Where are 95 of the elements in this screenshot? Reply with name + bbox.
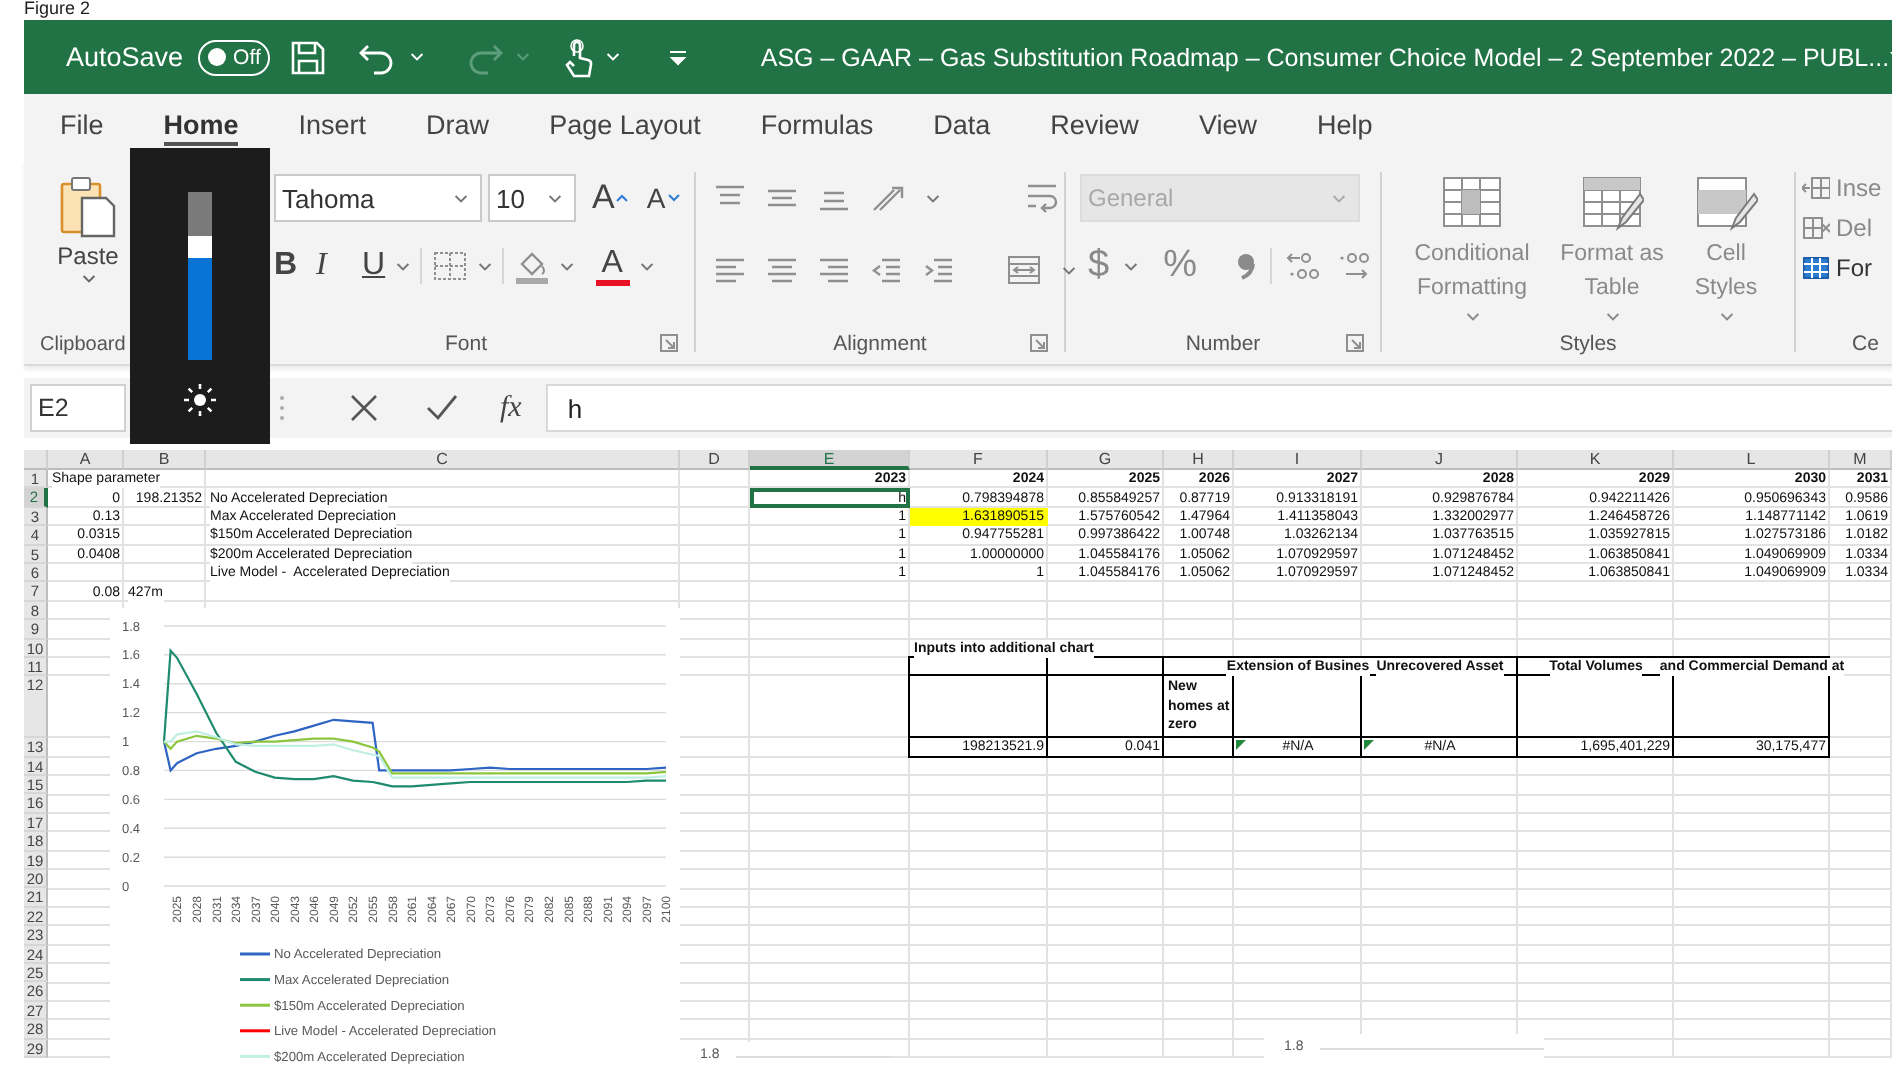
column-header[interactable]: G xyxy=(1048,450,1164,470)
format-cells-icon xyxy=(1802,256,1830,280)
autosave-toggle[interactable]: Off xyxy=(197,39,271,75)
paste-button[interactable]: Paste xyxy=(56,174,120,324)
group-label: Number xyxy=(1185,332,1261,356)
column-header[interactable]: F xyxy=(910,450,1048,470)
customize-icon[interactable] xyxy=(668,47,689,67)
ribbon-tab[interactable]: View xyxy=(1198,110,1257,146)
caret-icon[interactable] xyxy=(477,261,492,271)
caret-icon xyxy=(616,194,629,202)
grow-font-button[interactable]: A xyxy=(592,178,629,218)
borders-icon[interactable] xyxy=(431,250,468,282)
align-left-icon[interactable] xyxy=(714,256,746,284)
column-header[interactable]: B xyxy=(124,450,206,470)
touch-icon[interactable] xyxy=(562,37,595,77)
fill-color-icon[interactable] xyxy=(513,248,550,284)
group-label: Clipboard xyxy=(40,333,126,355)
dialog-launcher-icon[interactable] xyxy=(1030,334,1048,352)
font-name-field[interactable]: Tahoma xyxy=(274,174,482,222)
caret-icon xyxy=(1465,312,1479,322)
name-box[interactable]: E2 xyxy=(30,384,126,432)
window-title: ASG – GAAR – Gas Substitution Roadmap – Consumer Choice Model – 2 September 2022 – PUBL... xyxy=(760,43,1890,71)
ribbon-tab[interactable]: File xyxy=(60,110,104,146)
column-header[interactable]: A xyxy=(48,450,124,470)
bold-button[interactable]: B xyxy=(274,248,298,284)
ribbon-tab[interactable]: Draw xyxy=(426,110,490,146)
slider-thumb[interactable] xyxy=(188,236,212,259)
ribbon-tab[interactable]: Formulas xyxy=(760,110,874,146)
italic-button[interactable]: I xyxy=(316,248,344,284)
formula-field[interactable]: h xyxy=(545,384,1892,432)
table-brush-icon xyxy=(1580,174,1644,234)
group-label: Ce xyxy=(1852,332,1879,356)
ribbon-tab[interactable]: Help xyxy=(1316,110,1373,146)
caret-icon[interactable] xyxy=(559,261,574,271)
caret-icon[interactable] xyxy=(548,193,562,203)
font-size-field[interactable]: 10 xyxy=(488,174,576,222)
group-label: Styles xyxy=(1559,332,1617,356)
close-icon[interactable] xyxy=(350,394,378,422)
brightness-slider[interactable] xyxy=(188,192,212,360)
align-center-icon[interactable] xyxy=(766,256,798,284)
ribbon-tab[interactable]: Page Layout xyxy=(549,110,701,146)
error-flag-icon xyxy=(1364,740,1374,751)
brightness-icon xyxy=(184,384,216,416)
column-header[interactable]: L xyxy=(1674,450,1830,470)
autosave-label: AutoSave xyxy=(66,42,184,72)
caret-icon xyxy=(1332,193,1346,203)
format-button[interactable]: For xyxy=(1802,248,1892,288)
caret-icon xyxy=(1605,312,1619,322)
ribbon-tab[interactable]: Insert xyxy=(298,110,367,146)
wrap-text-icon[interactable] xyxy=(1024,180,1060,216)
dialog-launcher-icon[interactable] xyxy=(1346,334,1364,352)
caret-icon xyxy=(81,274,95,284)
cell-brush-icon xyxy=(1694,174,1758,234)
caret-icon[interactable] xyxy=(1123,261,1138,271)
merge-cells-icon[interactable] xyxy=(1006,254,1042,286)
increase-decimal-icon[interactable] xyxy=(1286,250,1323,282)
align-right-icon[interactable] xyxy=(818,256,850,284)
group-label: Font xyxy=(444,332,487,356)
column-header[interactable]: I xyxy=(1234,450,1362,470)
insert-cells-icon xyxy=(1802,176,1830,200)
more-options-icon xyxy=(278,394,286,422)
decrease-indent-icon[interactable] xyxy=(870,256,902,284)
column-header[interactable]: C xyxy=(206,450,680,470)
column-header[interactable]: M xyxy=(1830,450,1892,470)
save-icon[interactable] xyxy=(290,39,327,75)
error-flag-icon xyxy=(1236,740,1246,751)
align-middle-icon[interactable] xyxy=(766,184,798,212)
caret-icon[interactable] xyxy=(395,261,410,271)
comma-style-icon[interactable] xyxy=(1236,252,1257,280)
group-label: Alignment xyxy=(833,332,927,356)
caret-icon xyxy=(667,194,680,202)
paste-icon xyxy=(56,174,120,238)
caret-icon[interactable] xyxy=(926,193,940,203)
insert-function-button[interactable]: fx xyxy=(500,391,522,425)
dialog-launcher-icon[interactable] xyxy=(660,334,678,352)
decrease-decimal-icon[interactable] xyxy=(1336,250,1373,282)
column-header[interactable]: H xyxy=(1164,450,1234,470)
font-color-button[interactable]: A xyxy=(595,247,630,285)
delete-cells-icon xyxy=(1802,216,1830,240)
underline-button[interactable]: U xyxy=(362,248,386,284)
increase-indent-icon[interactable] xyxy=(922,256,954,284)
ribbon-tab[interactable]: Review xyxy=(1050,110,1139,146)
check-icon[interactable] xyxy=(426,394,458,422)
figure-caption: Figure 2 xyxy=(24,0,91,18)
shrink-font-button[interactable]: A xyxy=(646,182,680,214)
caret-icon[interactable] xyxy=(639,261,654,271)
caret-icon[interactable] xyxy=(454,193,468,203)
caret-icon xyxy=(1719,312,1733,322)
column-header[interactable]: K xyxy=(1518,450,1674,470)
column-header[interactable]: E xyxy=(750,450,910,470)
column-header[interactable]: J xyxy=(1362,450,1518,470)
ribbon-tab[interactable]: Data xyxy=(933,110,991,146)
text-angle-icon[interactable] xyxy=(870,182,906,214)
column-header[interactable]: D xyxy=(680,450,750,470)
caret-icon[interactable] xyxy=(1062,265,1076,275)
